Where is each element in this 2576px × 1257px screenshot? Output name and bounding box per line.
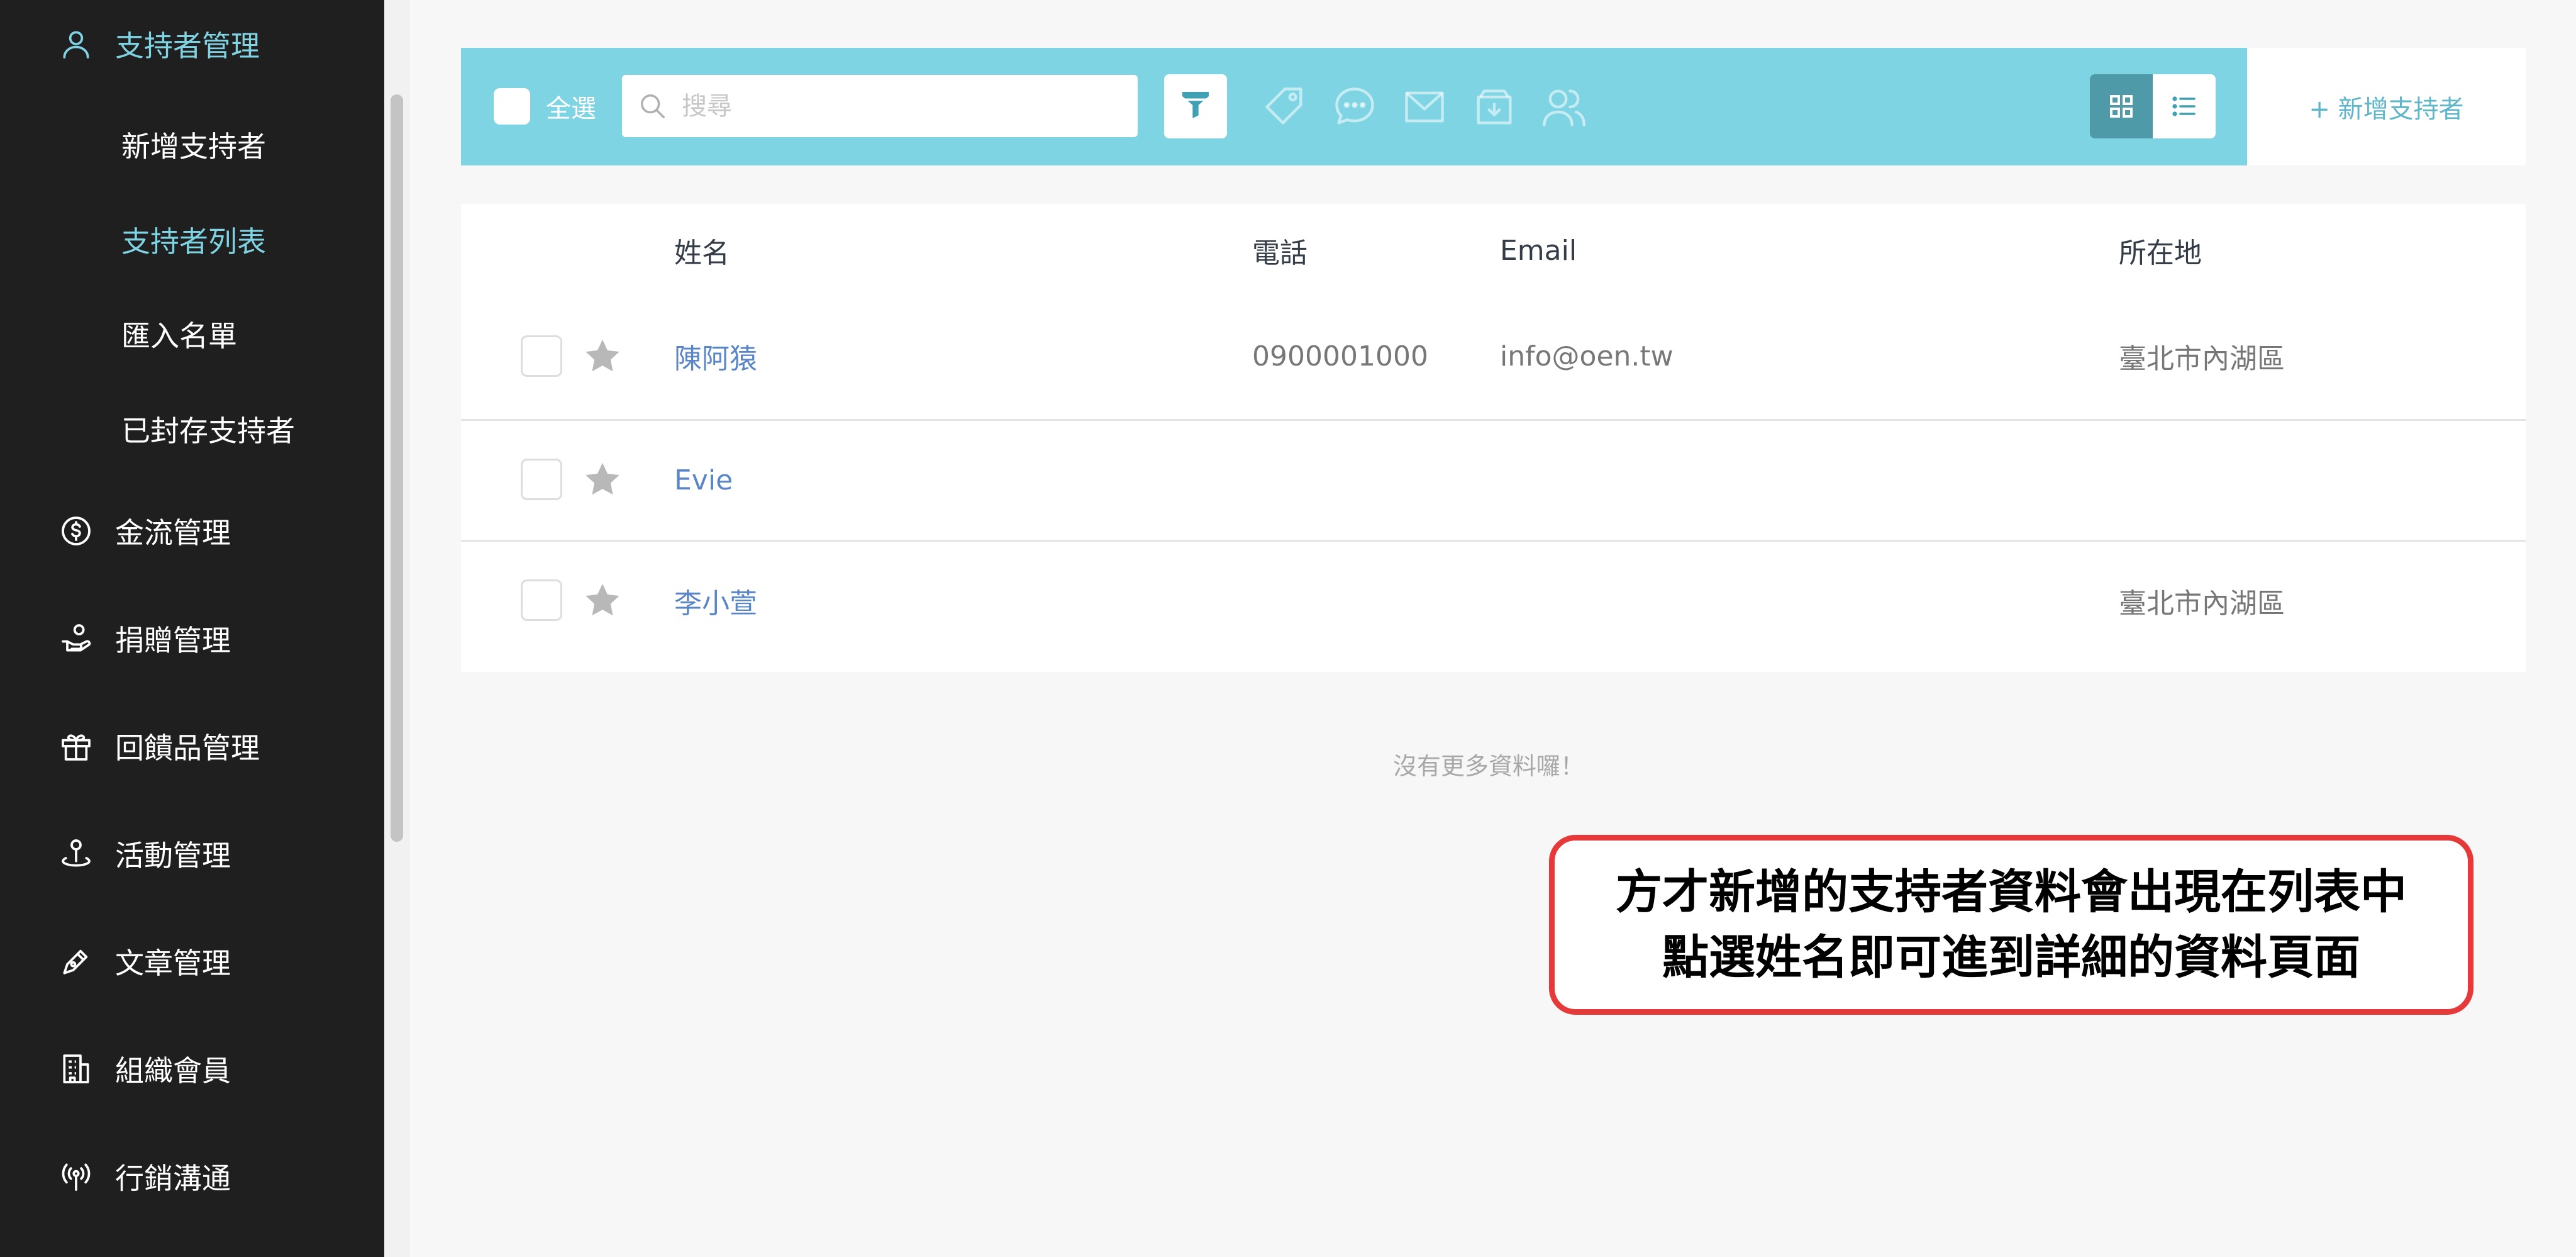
sidebar-item-marketing[interactable]: 行銷溝通 [0,1139,384,1214]
star-icon [586,339,619,372]
row-checkbox[interactable] [521,459,562,500]
table-row[interactable]: 李小萱 臺北市內湖區 [461,542,2526,668]
user-icon [58,26,94,62]
view-toggle [2090,74,2216,138]
supporter-name-link[interactable]: 李小萱 [674,542,757,660]
grid-view-button[interactable] [2090,74,2153,138]
location-pin-icon [58,836,94,871]
list-view-icon [2172,96,2196,116]
sidebar-subitem-supporter-list[interactable]: 支持者列表 [121,208,266,271]
supporter-name-link[interactable]: Evie [674,421,733,539]
sidebar-item-label: 文章管理 [115,946,231,980]
favorite-star-button[interactable] [582,579,623,621]
supporter-phone: 0900001000 [1252,340,1428,372]
select-all-label: 全選 [546,94,596,123]
email-button[interactable] [1401,83,1448,131]
chat-icon [1335,87,1374,125]
star-icon [586,462,619,495]
sidebar-item-events[interactable]: 活動管理 [0,816,384,891]
favorite-star-button[interactable] [582,459,623,500]
sidebar-item-label: 組織會員 [115,1054,231,1088]
sidebar-item-articles[interactable]: 文章管理 [0,924,384,999]
donate-hand-icon [58,621,94,656]
archive-button[interactable] [1470,83,1518,131]
sidebar-item-label: 行銷溝通 [115,1161,231,1195]
list-view-button[interactable] [2153,74,2216,138]
no-more-data-text: 沒有更多資料囉！ [1393,752,1585,780]
column-header-email[interactable]: Email [1500,204,1577,297]
filter-icon [1178,86,1213,126]
users-icon [1543,89,1585,126]
scrollbar-thumb[interactable] [391,94,403,842]
sidebar-item-payments[interactable]: 金流管理 [0,493,384,569]
supporter-location: 臺北市內湖區 [2119,588,2285,620]
sidebar-item-supporters[interactable]: 支持者管理 [0,6,384,82]
broadcast-icon [58,1159,94,1194]
sidebar-subitem-add-supporter[interactable]: 新增支持者 [121,113,266,176]
column-header-location[interactable]: 所在地 [2119,204,2202,297]
tag-icon [1265,87,1302,125]
star-icon [586,583,619,616]
sidebar-item-label: 支持者管理 [115,29,260,63]
table-row[interactable]: 陳阿猿 0900001000 info@oen.tw 臺北市內湖區 [461,297,2526,415]
archive-icon [1477,89,1512,125]
pen-icon [58,944,94,979]
sidebar-item-rewards[interactable]: 回饋品管理 [0,708,384,784]
row-checkbox[interactable] [521,579,562,621]
sidebar-item-label: 活動管理 [115,839,231,873]
row-checkbox[interactable] [521,335,562,377]
search-icon [638,92,667,121]
sidebar-item-label: 捐贈管理 [115,623,231,657]
favorite-star-button[interactable] [582,335,623,377]
filter-button[interactable] [1164,74,1227,138]
mail-icon [1405,91,1444,123]
sidebar-scrollbar[interactable] [384,0,409,1257]
users-button[interactable] [1540,83,1588,131]
search-box[interactable] [622,75,1138,137]
dollar-circle-icon [58,513,94,549]
message-button[interactable] [1331,83,1379,131]
supporter-email: info@oen.tw [1500,340,1674,372]
sidebar-item-label: 金流管理 [115,516,231,550]
table-row[interactable]: Evie [461,421,2526,539]
search-input[interactable] [682,75,1122,137]
sidebar-item-donations[interactable]: 捐贈管理 [0,601,384,676]
supporter-name-link[interactable]: 陳阿猿 [674,297,757,415]
checkbox-box[interactable] [494,88,530,125]
tag-button[interactable] [1261,83,1309,131]
toolbar: 全選 [461,48,2247,165]
sidebar: 支持者管理 新增支持者 支持者列表 匯入名單 已封存支持者 金流管理 捐贈管理 … [0,0,384,1257]
select-all-checkbox[interactable]: 全選 [494,87,596,126]
gift-icon [58,729,94,764]
callout-line-2: 點選姓名即可進到詳細的資料頁面 [1662,930,2360,985]
grid-view-icon [2110,95,2133,118]
supporter-location: 臺北市內湖區 [2119,343,2285,375]
sidebar-subitem-import-list[interactable]: 匯入名單 [121,303,237,366]
column-header-phone[interactable]: 電話 [1252,204,1307,297]
add-supporter-button[interactable]: + 新增支持者 [2247,48,2526,165]
callout-line-1: 方才新增的支持者資料會出現在列表中 [1616,865,2407,919]
supporter-table: 姓名 電話 Email 所在地 陳阿猿 0900001000 info@oen.… [461,204,2526,672]
column-header-name[interactable]: 姓名 [674,204,730,297]
annotation-callout: 方才新增的支持者資料會出現在列表中 點選姓名即可進到詳細的資料頁面 [1549,835,2473,1015]
sidebar-item-organization[interactable]: 組織會員 [0,1031,384,1107]
building-icon [58,1051,94,1087]
sidebar-subitem-archived-supporters[interactable]: 已封存支持者 [121,398,295,461]
sidebar-item-label: 回饋品管理 [115,731,260,765]
